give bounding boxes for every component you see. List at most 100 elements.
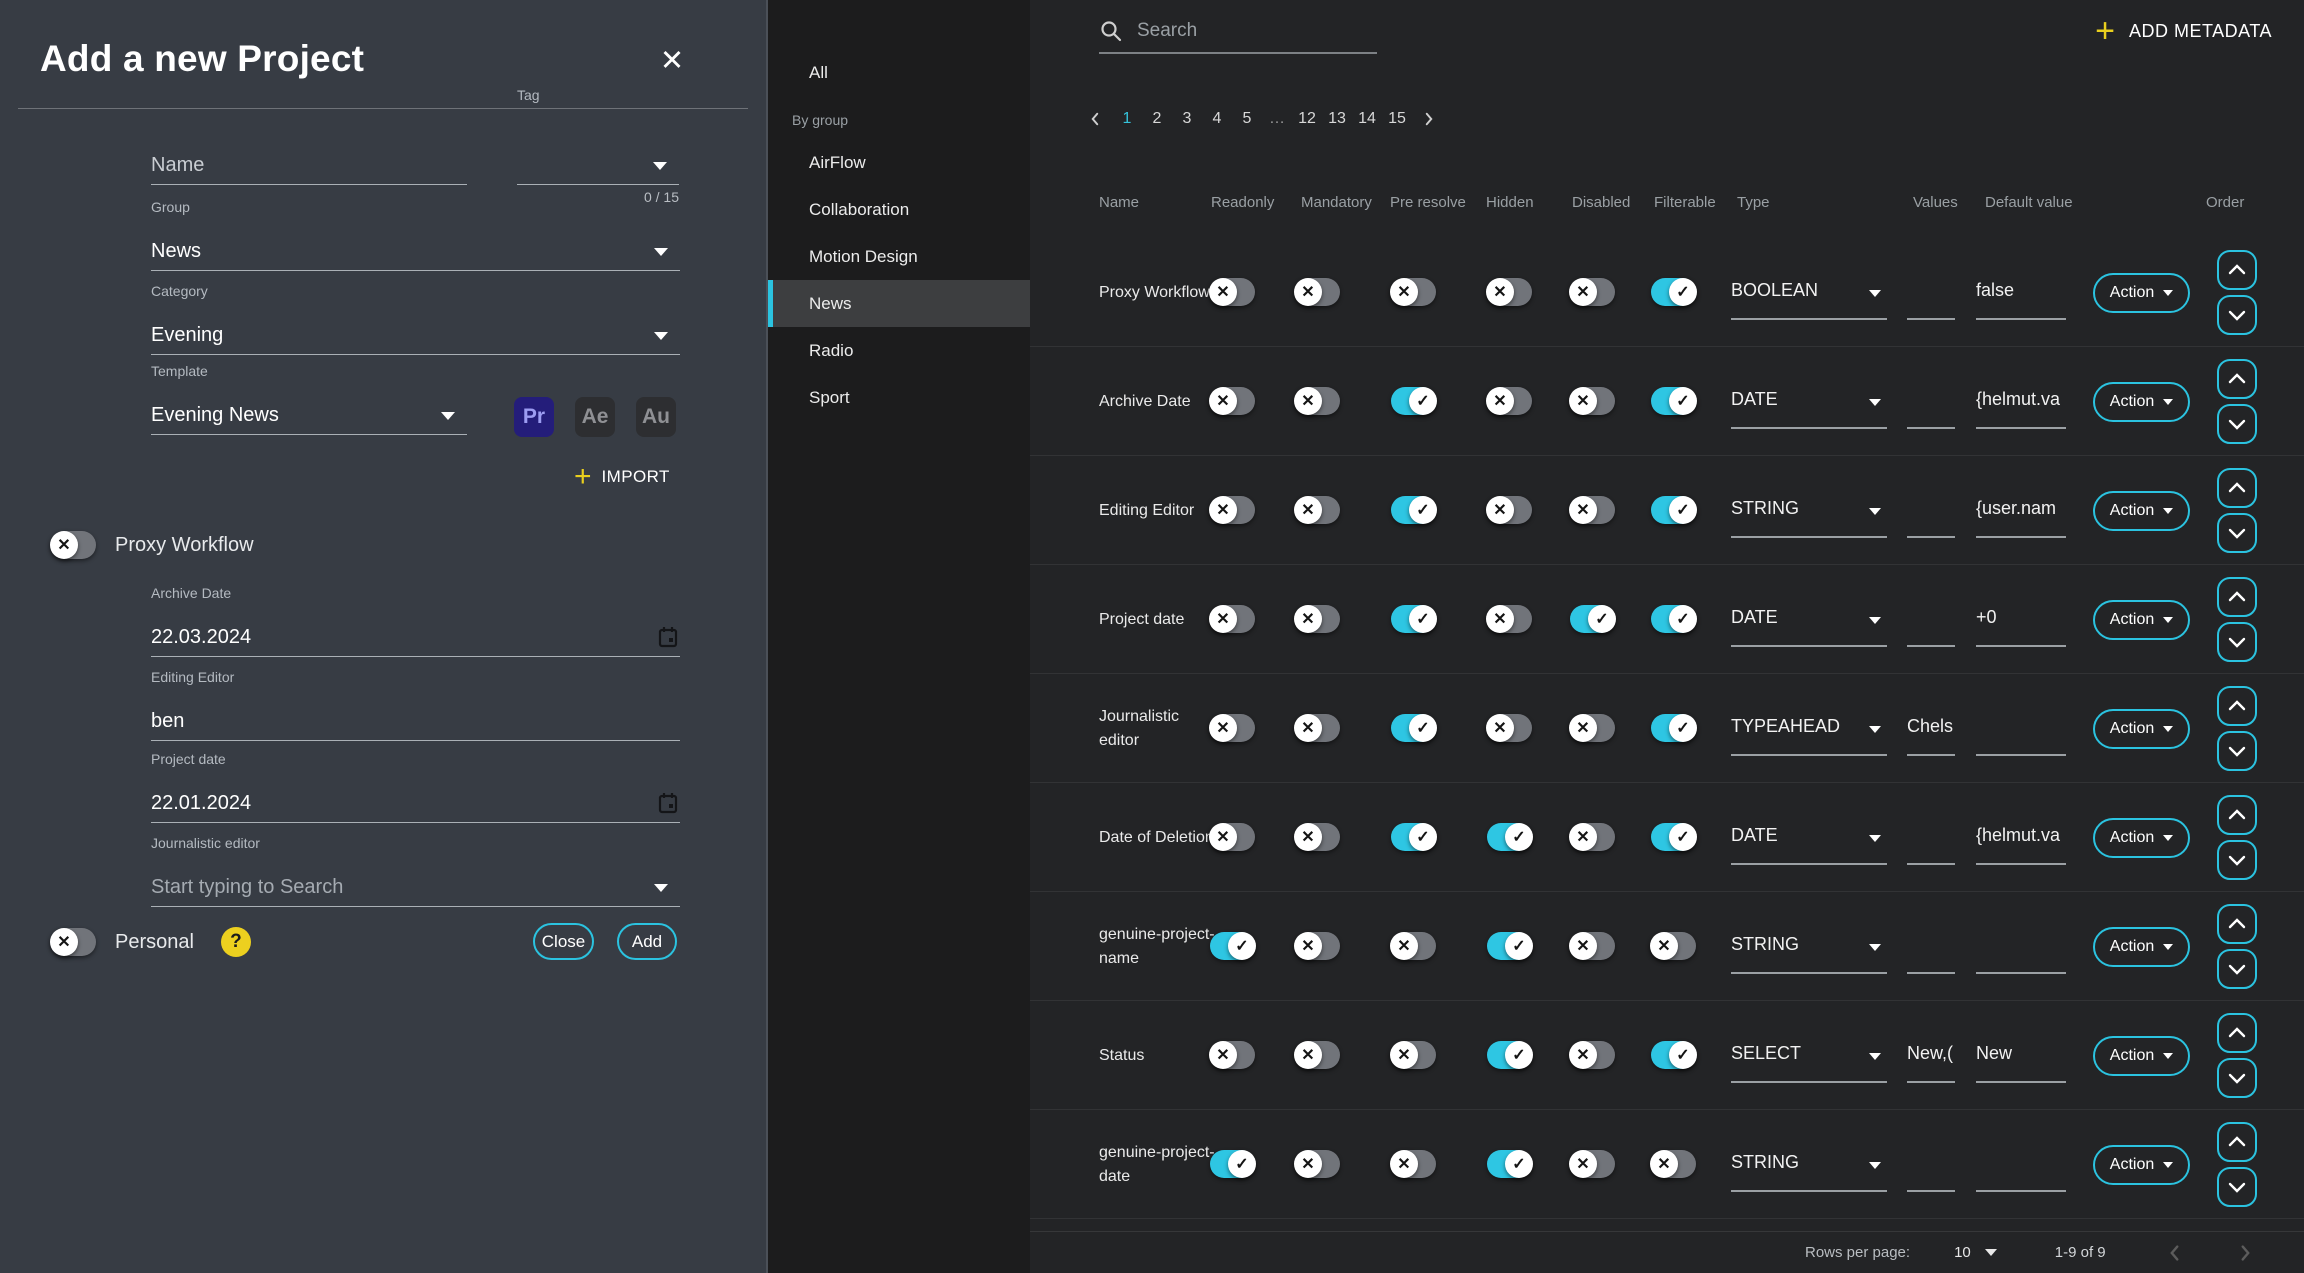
page-12[interactable]: 12 (1297, 110, 1317, 128)
pre-resolve-toggle[interactable]: ✕ (1391, 1041, 1436, 1069)
prev-page-button[interactable] (1086, 110, 1104, 128)
values-field[interactable] (1907, 813, 1955, 865)
mandatory-toggle[interactable]: ✕ (1295, 714, 1340, 742)
mandatory-toggle[interactable]: ✕ (1295, 1150, 1340, 1178)
type-select[interactable]: DATE (1731, 595, 1887, 647)
default-value-field[interactable]: New (1976, 1031, 2066, 1083)
default-value-field[interactable]: {helmut.va (1976, 813, 2066, 865)
hidden-toggle[interactable]: ✕ (1487, 278, 1532, 306)
action-button[interactable]: Action (2093, 709, 2190, 749)
order-up-button[interactable] (2217, 1122, 2257, 1162)
disabled-toggle[interactable]: ✓ (1570, 605, 1615, 633)
values-field[interactable] (1907, 595, 1955, 647)
values-field[interactable] (1907, 922, 1955, 974)
page-15[interactable]: 15 (1387, 110, 1407, 128)
chevron-down-icon[interactable] (1985, 1249, 1997, 1256)
type-select[interactable]: BOOLEAN (1731, 268, 1887, 320)
journalistic-editor-field[interactable]: Journalistic editor Start typing to Sear… (151, 851, 680, 907)
hidden-toggle[interactable]: ✕ (1487, 387, 1532, 415)
values-field[interactable] (1907, 377, 1955, 429)
order-up-button[interactable] (2217, 686, 2257, 726)
readonly-toggle[interactable]: ✕ (1210, 387, 1255, 415)
default-value-field[interactable] (1976, 1140, 2066, 1192)
page-14[interactable]: 14 (1357, 110, 1377, 128)
editing-editor-field[interactable]: Editing Editor ben (151, 685, 680, 741)
hidden-toggle[interactable]: ✓ (1487, 1041, 1532, 1069)
sidebar-item-all[interactable]: All (768, 49, 1032, 96)
calendar-icon[interactable] (658, 626, 678, 648)
project-date-field[interactable]: Project date 22.01.2024 (151, 767, 680, 823)
order-up-button[interactable] (2217, 250, 2257, 290)
hidden-toggle[interactable]: ✓ (1487, 823, 1532, 851)
mandatory-toggle[interactable]: ✕ (1295, 496, 1340, 524)
footer-next-page-button[interactable] (2234, 1242, 2256, 1264)
sidebar-item-radio[interactable]: Radio (768, 327, 1032, 374)
mandatory-toggle[interactable]: ✕ (1295, 1041, 1340, 1069)
order-up-button[interactable] (2217, 577, 2257, 617)
order-down-button[interactable] (2217, 949, 2257, 989)
default-value-field[interactable] (1976, 704, 2066, 756)
personal-toggle[interactable]: ✕ (51, 928, 96, 956)
disabled-toggle[interactable]: ✕ (1570, 278, 1615, 306)
order-up-button[interactable] (2217, 359, 2257, 399)
app-tile-au[interactable]: Au (636, 397, 676, 437)
mandatory-toggle[interactable]: ✕ (1295, 387, 1340, 415)
pre-resolve-toggle[interactable]: ✓ (1391, 496, 1436, 524)
page-5[interactable]: 5 (1237, 110, 1257, 128)
action-button[interactable]: Action (2093, 491, 2190, 531)
default-value-field[interactable] (1976, 922, 2066, 974)
sidebar-item-airflow[interactable]: AirFlow (768, 139, 1032, 186)
mandatory-toggle[interactable]: ✕ (1295, 932, 1340, 960)
hidden-toggle[interactable]: ✓ (1487, 1150, 1532, 1178)
order-down-button[interactable] (2217, 1167, 2257, 1207)
hidden-toggle[interactable]: ✓ (1487, 932, 1532, 960)
pre-resolve-toggle[interactable]: ✕ (1391, 1150, 1436, 1178)
disabled-toggle[interactable]: ✕ (1570, 387, 1615, 415)
close-button[interactable]: Close (533, 923, 594, 960)
type-select[interactable]: DATE (1731, 813, 1887, 865)
readonly-toggle[interactable]: ✕ (1210, 278, 1255, 306)
action-button[interactable]: Action (2093, 927, 2190, 967)
hidden-toggle[interactable]: ✕ (1487, 605, 1532, 633)
sidebar-item-news[interactable]: News (768, 280, 1032, 327)
page-13[interactable]: 13 (1327, 110, 1347, 128)
sidebar-item-motion-design[interactable]: Motion Design (768, 233, 1032, 280)
action-button[interactable]: Action (2093, 1145, 2190, 1185)
hidden-toggle[interactable]: ✕ (1487, 714, 1532, 742)
pre-resolve-toggle[interactable]: ✕ (1391, 932, 1436, 960)
tag-select[interactable]: Tag 0 / 15 (517, 129, 679, 185)
disabled-toggle[interactable]: ✕ (1570, 932, 1615, 960)
values-field[interactable]: New,( (1907, 1031, 1955, 1083)
disabled-toggle[interactable]: ✕ (1570, 1041, 1615, 1069)
disabled-toggle[interactable]: ✕ (1570, 1150, 1615, 1178)
pre-resolve-toggle[interactable]: ✓ (1391, 605, 1436, 633)
readonly-toggle[interactable]: ✓ (1210, 932, 1255, 960)
action-button[interactable]: Action (2093, 1036, 2190, 1076)
page-3[interactable]: 3 (1177, 110, 1197, 128)
help-icon[interactable]: ? (221, 927, 251, 957)
filterable-toggle[interactable]: ✓ (1651, 823, 1696, 851)
disabled-toggle[interactable]: ✕ (1570, 496, 1615, 524)
order-up-button[interactable] (2217, 904, 2257, 944)
readonly-toggle[interactable]: ✕ (1210, 1041, 1255, 1069)
values-field[interactable] (1907, 486, 1955, 538)
readonly-toggle[interactable]: ✕ (1210, 714, 1255, 742)
sidebar-item-collaboration[interactable]: Collaboration (768, 186, 1032, 233)
archive-date-field[interactable]: Archive Date 22.03.2024 (151, 601, 680, 657)
hidden-toggle[interactable]: ✕ (1487, 496, 1532, 524)
import-button[interactable]: + IMPORT (574, 462, 670, 492)
name-field[interactable]: Name (151, 129, 467, 185)
filterable-toggle[interactable]: ✕ (1651, 932, 1696, 960)
filterable-toggle[interactable]: ✓ (1651, 278, 1696, 306)
group-select[interactable]: Group News (151, 215, 680, 271)
type-select[interactable]: STRING (1731, 1140, 1887, 1192)
filterable-toggle[interactable]: ✓ (1651, 496, 1696, 524)
order-up-button[interactable] (2217, 468, 2257, 508)
template-select[interactable]: Template Evening News (151, 379, 467, 435)
order-up-button[interactable] (2217, 1013, 2257, 1053)
pre-resolve-toggle[interactable]: ✓ (1391, 387, 1436, 415)
readonly-toggle[interactable]: ✕ (1210, 496, 1255, 524)
type-select[interactable]: TYPEAHEAD (1731, 704, 1887, 756)
category-select[interactable]: Category Evening (151, 299, 680, 355)
filterable-toggle[interactable]: ✓ (1651, 714, 1696, 742)
